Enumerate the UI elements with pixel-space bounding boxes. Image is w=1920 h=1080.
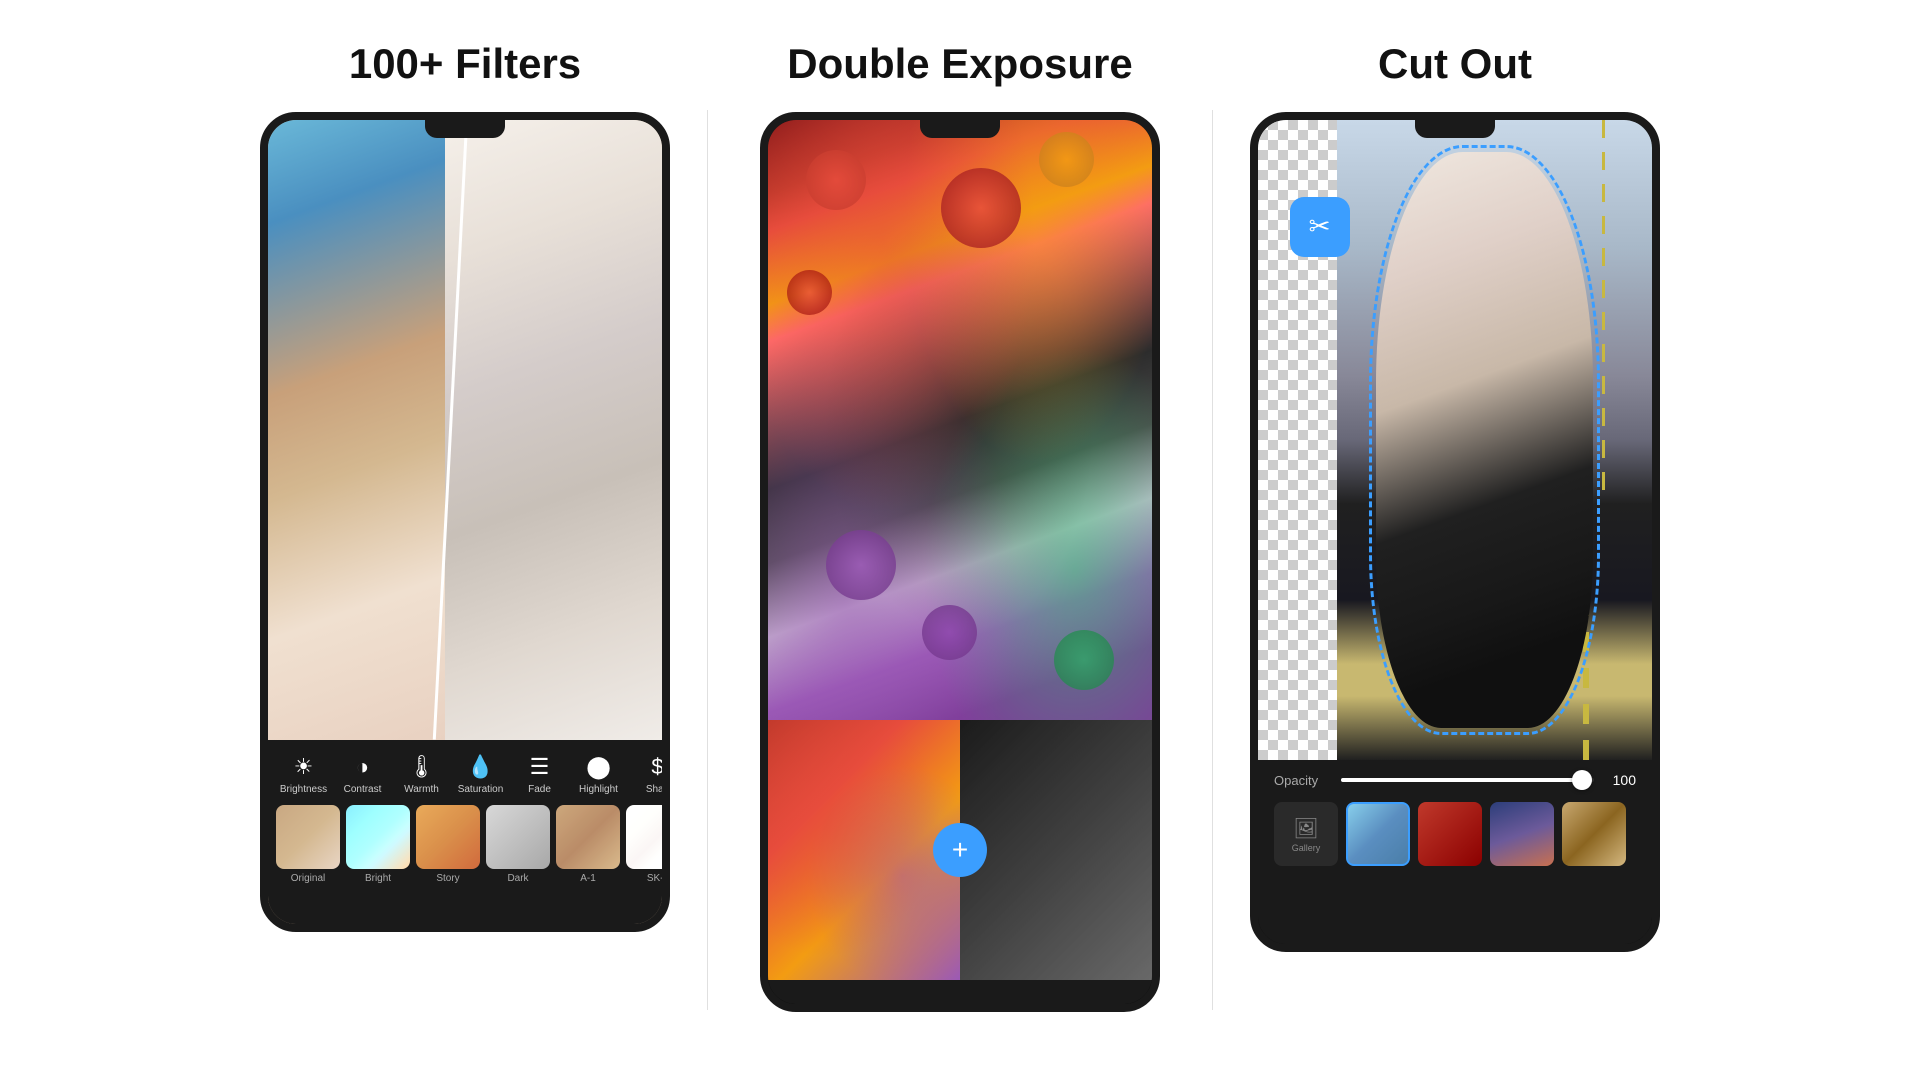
road-line-2	[1602, 120, 1605, 504]
woman-color-side	[268, 120, 473, 740]
filter-photo	[268, 120, 662, 740]
filter-dark[interactable]: Dark	[486, 805, 550, 884]
cutout-main-photo: ✂	[1258, 120, 1652, 760]
gallery-label: Gallery	[1292, 843, 1321, 853]
opacity-value: 100	[1606, 772, 1636, 788]
phone-inner-filters: ☀ Brightness ◑ Contrast 🌡 Warmth 💧	[268, 120, 662, 924]
filter-thumbnails-row: Original Bright Story Dark	[268, 799, 662, 890]
cutout-thumbs-row: 🖼 Gallery	[1274, 802, 1636, 866]
divider-1	[707, 110, 708, 1010]
cutout-thumb-2[interactable]	[1418, 802, 1482, 866]
woman-sketch-side	[445, 120, 662, 740]
phone-inner-double: +	[768, 120, 1152, 1004]
brightness-icon-item[interactable]: ☀ Brightness	[276, 754, 331, 795]
section-cutout: Cut Out ✂	[1225, 40, 1685, 952]
thumb-sk1-label: SK-1	[647, 873, 662, 884]
thumb-dark-img	[486, 805, 550, 869]
thumb-story-img	[416, 805, 480, 869]
saturation-label: Saturation	[458, 784, 504, 795]
filter-a1[interactable]: A-1	[556, 805, 620, 884]
phone-filters: ☀ Brightness ◑ Contrast 🌡 Warmth 💧	[260, 112, 670, 932]
highlight-label: Highlight	[579, 784, 618, 795]
fade-icon-item[interactable]: ☰ Fade	[512, 754, 567, 795]
opacity-slider[interactable]	[1341, 778, 1594, 782]
brightness-label: Brightness	[280, 784, 327, 795]
fade-icon: ☰	[530, 754, 550, 780]
filter-icons-row: ☀ Brightness ◑ Contrast 🌡 Warmth 💧	[268, 740, 662, 799]
gallery-icon: 🖼	[1293, 816, 1318, 841]
highlight-icon: ⬤	[586, 754, 611, 780]
fade-label: Fade	[528, 784, 551, 795]
warmth-icon-item[interactable]: 🌡 Warmth	[394, 754, 449, 795]
thumb-bright-label: Bright	[365, 873, 391, 884]
brightness-icon: ☀	[294, 754, 314, 780]
thumb-dark-label: Dark	[507, 873, 528, 884]
double-bottom-strip: +	[768, 720, 1152, 980]
cutout-app-icon: ✂	[1290, 197, 1350, 257]
phone-notch-cutout	[1415, 120, 1495, 138]
phone-inner-cutout: ✂ Opacity 100 🖼 Gallery	[1258, 120, 1652, 944]
flower-5	[826, 530, 896, 600]
strip-left-overlay	[768, 720, 960, 980]
thumb-original-label: Original	[291, 873, 325, 884]
filter-story[interactable]: Story	[416, 805, 480, 884]
warmth-label: Warmth	[404, 784, 439, 795]
cutout-thumb-1[interactable]	[1346, 802, 1410, 866]
thumb-original-img	[276, 805, 340, 869]
saturation-icon-item[interactable]: 💧 Saturation	[453, 754, 508, 795]
phone-notch-double	[920, 120, 1000, 138]
highlight-icon-item[interactable]: ⬤ Highlight	[571, 754, 626, 795]
flower-2	[941, 168, 1021, 248]
cutout-thumb-3[interactable]	[1490, 802, 1554, 866]
filters-title: 100+ Filters	[349, 40, 581, 88]
strip-right	[960, 720, 1152, 980]
section-filters: 100+ Filters ☀ Brightness	[235, 40, 695, 932]
thumb-story-label: Story	[436, 873, 459, 884]
opacity-label: Opacity	[1274, 773, 1329, 788]
flower-4	[787, 270, 832, 315]
opacity-row: Opacity 100	[1274, 772, 1636, 788]
section-double-exposure: Double Exposure	[720, 40, 1200, 1012]
thumb-a1-label: A-1	[580, 873, 596, 884]
filter-sk1[interactable]: SK-1	[626, 805, 662, 884]
main-container: 100+ Filters ☀ Brightness	[235, 20, 1685, 1060]
flower-6	[922, 605, 977, 660]
contrast-icon-item[interactable]: ◑ Contrast	[335, 754, 390, 795]
double-exposure-title: Double Exposure	[787, 40, 1132, 88]
phone-notch-filters	[425, 120, 505, 138]
plus-button[interactable]: +	[933, 823, 987, 877]
warmth-icon: 🌡	[408, 754, 436, 780]
cutout-thumb-4[interactable]	[1562, 802, 1626, 866]
shadow-icon-item[interactable]: $ Shad	[630, 754, 662, 795]
person-cutout	[1376, 152, 1593, 728]
double-main-photo	[768, 120, 1152, 720]
phone-double: +	[760, 112, 1160, 1012]
contrast-icon: ◑	[356, 754, 369, 780]
thumb-bright-img	[346, 805, 410, 869]
thumb-sk1-img	[626, 805, 662, 869]
shadow-icon: $	[651, 754, 662, 780]
opacity-thumb	[1572, 770, 1592, 790]
phone-cutout: ✂ Opacity 100 🖼 Gallery	[1250, 112, 1660, 952]
saturation-icon: 💧	[467, 754, 494, 780]
shadow-label: Shad	[646, 784, 662, 795]
contrast-label: Contrast	[344, 784, 382, 795]
filter-original[interactable]: Original	[276, 805, 340, 884]
gallery-button[interactable]: 🖼 Gallery	[1274, 802, 1338, 866]
thumb-a1-img	[556, 805, 620, 869]
filter-bright[interactable]: Bright	[346, 805, 410, 884]
cutout-toolbar: Opacity 100 🖼 Gallery	[1258, 760, 1652, 944]
flower-1	[806, 150, 866, 210]
cutout-title: Cut Out	[1378, 40, 1532, 88]
filter-toolbar: ☀ Brightness ◑ Contrast 🌡 Warmth 💧	[268, 740, 662, 924]
divider-2	[1212, 110, 1213, 1010]
flower-7	[1054, 630, 1114, 690]
strip-left	[768, 720, 960, 980]
